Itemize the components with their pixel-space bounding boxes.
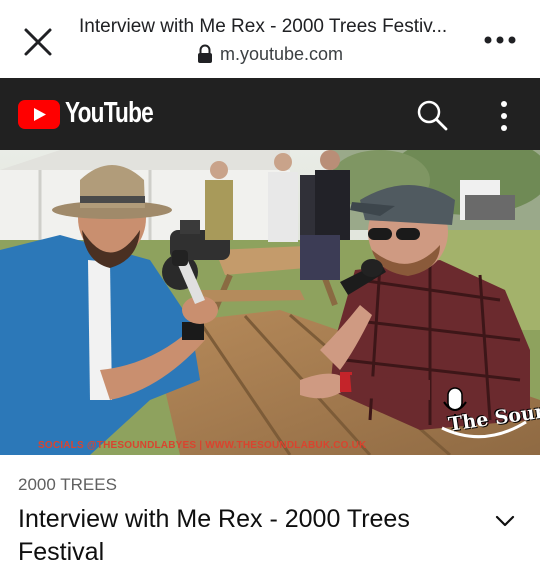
chevron-down-icon (495, 515, 515, 527)
url-text: m.youtube.com (220, 44, 344, 64)
more-vertical-icon (501, 101, 507, 131)
video-player[interactable]: SOCIALS @THESOUNDLABYES | WWW.THESOUNDLA… (0, 150, 540, 455)
channel-name[interactable]: 2000 TREES (18, 475, 117, 495)
expand-description-button[interactable] (490, 508, 520, 534)
youtube-play-icon (18, 100, 60, 129)
youtube-menu-button[interactable] (488, 96, 520, 136)
search-icon (417, 100, 448, 131)
lock-icon (198, 44, 212, 63)
sound-lab-watermark: The Sound (436, 384, 540, 448)
video-caption-overlay: SOCIALS @THESOUNDLABYES | WWW.THESOUNDLA… (38, 440, 367, 451)
youtube-logo-text: YouTube (65, 97, 154, 129)
more-horizontal-icon (484, 36, 516, 44)
youtube-header: YouTube (0, 78, 540, 150)
close-icon (24, 28, 52, 56)
browser-menu-button[interactable] (482, 30, 522, 50)
browser-top-bar: Interview with Me Rex - 2000 Trees Festi… (0, 0, 540, 78)
page-title: Interview with Me Rex - 2000 Trees Festi… (79, 16, 448, 37)
video-title[interactable]: Interview with Me Rex - 2000 Trees Festi… (18, 503, 458, 569)
close-button[interactable] (18, 22, 58, 62)
search-button[interactable] (412, 96, 452, 136)
